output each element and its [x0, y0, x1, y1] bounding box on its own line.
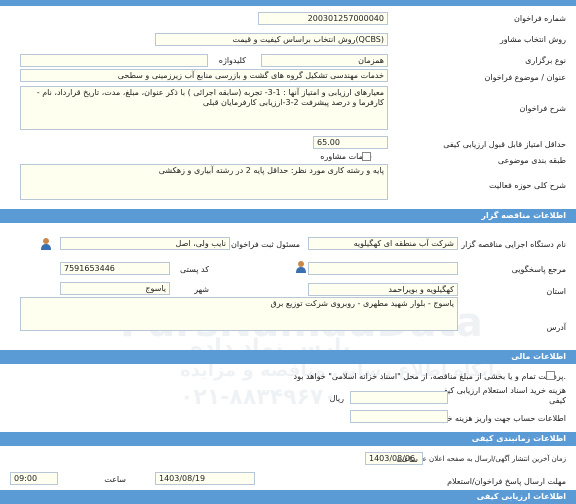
section-header-organizer: اطلاعات مناقصه گزار	[0, 209, 576, 223]
account-field[interactable]	[350, 410, 448, 423]
postal-field[interactable]: 7591653446	[60, 262, 170, 275]
min-score-field[interactable]: 65.00	[313, 136, 388, 149]
section-header-quality: اطلاعات ارزیابی کیفی	[0, 490, 576, 504]
city-field[interactable]: یاسوج	[60, 282, 170, 295]
activity-field[interactable]: پایه و رشته کاری مورد نظر: حداقل پایه 2 …	[20, 164, 388, 200]
activity-label: شرح کلی حوزه فعالیت	[489, 181, 566, 190]
subject-label: عنوان / موضوع فراخوان	[484, 73, 567, 82]
type-label: نوع برگزاری	[525, 56, 566, 65]
province-label: استان	[546, 287, 566, 296]
tender-number-label: شماره فراخوان	[514, 14, 566, 23]
currency-label: ریال	[329, 394, 344, 403]
publish-time-label: ساعت	[396, 455, 418, 464]
payment-note-label: پرداخت تمام و یا بخشی از مبلغ مناقصه، از…	[293, 372, 566, 381]
reference-label: مرجع پاسخگویی	[511, 265, 566, 274]
executor-label: نام دستگاه اجرایی مناقصه گزار	[461, 240, 566, 249]
min-score-label: حداقل امتیاز قابل قبول ارزیابی کیفی	[443, 140, 566, 149]
section-header-financial: اطلاعات مالی	[0, 350, 576, 364]
province-field[interactable]: کهگیلویه و بویراحمد	[308, 283, 458, 296]
publish-label: زمان آخرین انتشار آگهی/ارسال به صفحه اعل…	[405, 455, 566, 463]
deadline-time-field[interactable]: 09:00	[10, 472, 58, 485]
city-label: شهر	[194, 285, 209, 294]
account-label: اطلاعات حساب جهت واریز هزینه خرید	[436, 414, 566, 423]
registrar-label: مسئول ثبت فراخوان	[231, 240, 300, 249]
watermark-phone: ۰۲۱-۸۸۳۴۹۶۷۰	[180, 385, 337, 410]
address-field[interactable]: یاسوج - بلوار شهید مطهری - روبروی شرکت ت…	[20, 297, 458, 331]
doc-fee-field[interactable]	[350, 391, 448, 404]
description-field[interactable]: - معیارهای ارزیابی و امتیاز آنها : 1-3- …	[20, 86, 388, 130]
registrar-field[interactable]: نایب ولی، اصل	[60, 237, 230, 250]
section-header-timing: اطلاعات زمانبندی کیفی	[0, 432, 576, 446]
user-icon[interactable]	[40, 237, 52, 250]
deadline-time-label: ساعت	[104, 475, 126, 484]
reference-field[interactable]	[308, 262, 458, 275]
method-label: روش انتخاب مشاور	[499, 35, 566, 44]
description-label: شرح فراخوان	[519, 104, 566, 113]
section-header-tender	[0, 0, 576, 6]
user-icon[interactable]	[295, 260, 307, 273]
subject-field[interactable]: خدمات مهندسی تشکیل گروه های گشت و بازرسی…	[20, 69, 388, 82]
method-field[interactable]: روش انتخاب براساس کیفیت و قیمت(QCBS)	[155, 33, 388, 46]
doc-fee-label: هزینه خرید اسناد استعلام ارزیابی کیفی	[437, 386, 566, 395]
keyword-label: کلیدواژه	[218, 56, 246, 65]
category-checkbox[interactable]	[362, 152, 371, 161]
type-field[interactable]: همزمان	[261, 54, 388, 67]
doc-fee-label-cont: کیفی	[549, 396, 566, 405]
tender-number-field[interactable]: 200301257000040	[258, 12, 388, 25]
postal-label: کد پستی	[180, 265, 209, 274]
address-label: آدرس	[546, 323, 566, 332]
keyword-field[interactable]	[20, 54, 208, 67]
payment-checkbox[interactable]	[546, 371, 555, 380]
category-label: طبقه بندی موضوعی	[497, 156, 566, 165]
deadline-label: مهلت ارسال پاسخ فراخوان/استعلام	[447, 477, 566, 486]
executor-field[interactable]: شرکت آب منطقه ای کهگیلویه	[308, 237, 458, 250]
deadline-date-field[interactable]: 1403/08/19	[155, 472, 255, 485]
